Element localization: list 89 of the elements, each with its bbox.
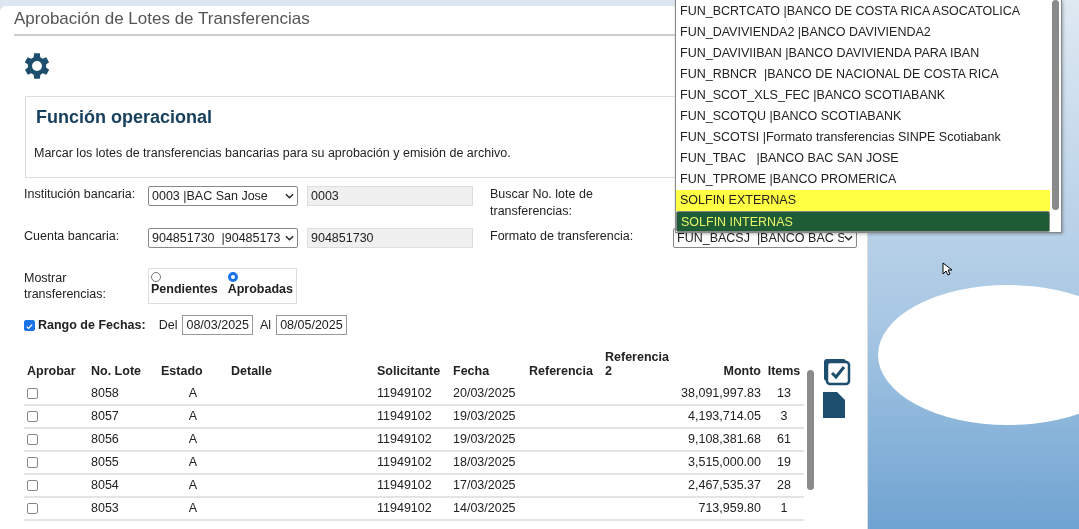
field-label: Mostrar transferencias:	[24, 270, 107, 302]
column-header: Fecha	[452, 363, 491, 380]
column-header: Referencia	[528, 363, 594, 380]
table-cell: A	[158, 405, 228, 428]
field-label: Al	[260, 318, 272, 332]
approve-checkbox[interactable]	[27, 457, 38, 469]
table-cell: 13	[764, 383, 804, 405]
table-cell: 19	[764, 451, 804, 474]
table-cell: 17/03/2025	[450, 474, 526, 497]
field-label: Del	[158, 318, 178, 332]
table-cell: 1	[764, 497, 804, 520]
dropdown-option[interactable]: FUN_DAVIVIIBAN |BANCO DAVIVIENDA PARA IBAN	[676, 43, 1050, 64]
column-header: No. Lote	[90, 363, 142, 380]
dropdown-option[interactable]: SOLFIN INTERNAS	[676, 211, 1050, 232]
dropdown-option[interactable]: FUN_BCRTCATO |BANCO DE COSTA RICA ASOCATOLICA	[676, 1, 1050, 22]
column-header: Aprobar	[26, 363, 77, 380]
column-header: Solicitante	[376, 363, 442, 380]
chevron-down-icon	[285, 193, 294, 199]
table-cell: 11949102	[374, 497, 450, 520]
field-label: Buscar No. lote de transferencias:	[490, 186, 594, 220]
chevron-down-icon	[285, 235, 294, 241]
radio-label: Pendientes	[151, 282, 218, 296]
table-cell: 713,959.80	[678, 497, 764, 520]
table-cell: 8056	[88, 428, 158, 451]
table-cell: A	[158, 383, 228, 405]
institution-select[interactable]: 0003 |BAC San Jose	[148, 186, 298, 206]
date-range-label: Rango de Fechas:	[38, 318, 146, 332]
table-cell: 8055	[88, 451, 158, 474]
table-cell: 3,515,000.00	[678, 451, 764, 474]
dropdown-option[interactable]: SOLFIN EXTERNAS	[676, 190, 1050, 211]
table-cell: 28	[764, 474, 804, 497]
column-header: Items	[766, 363, 802, 380]
radio-button[interactable]	[227, 272, 238, 282]
table-cell: 11949102	[374, 428, 450, 451]
column-header: Monto	[722, 363, 762, 380]
chevron-down-icon	[844, 235, 853, 241]
table-cell: A	[158, 451, 228, 474]
column-header: Estado	[160, 363, 204, 380]
table-cell: 14/03/2025	[450, 497, 526, 520]
table-cell: 8053	[88, 497, 158, 520]
table-cell: 38,091,997.83	[678, 383, 764, 405]
checkbox[interactable]	[24, 319, 35, 331]
section-title: Función operacional	[36, 107, 213, 128]
code-field: 0003	[307, 186, 473, 206]
table-cell: 8054	[88, 474, 158, 497]
account-select[interactable]: 904851730 |90485173	[148, 228, 298, 248]
approve-checkbox[interactable]	[27, 388, 38, 400]
cursor-icon	[942, 262, 952, 276]
table-cell: 11949102	[374, 405, 450, 428]
table-cell: 11949102	[374, 474, 450, 497]
section-description: Marcar los lotes de transferencias bancarias para su aprobación y emisión de archivo.	[34, 146, 511, 160]
table-cell: 11949102	[374, 451, 450, 474]
table-cell: A	[158, 428, 228, 451]
table-cell: 9,108,381.68	[678, 428, 764, 451]
dropdown-option[interactable]: FUN_TBAC |BANCO BAC SAN JOSE	[676, 148, 1050, 169]
table-cell: 11949102	[374, 383, 450, 405]
dropdown-option[interactable]: FUN_TPROME |BANCO PROMERICA	[676, 169, 1050, 190]
table-cell: 4,193,714.05	[678, 405, 764, 428]
table-cell: 19/03/2025	[450, 405, 526, 428]
table-cell: 3	[764, 405, 804, 428]
approve-checkbox[interactable]	[27, 411, 38, 423]
radio-label: Aprobadas	[227, 282, 293, 296]
date-field[interactable]: 08/05/2025	[276, 315, 347, 335]
table-cell: 2,467,535.37	[678, 474, 764, 497]
account-field: 904851730	[307, 228, 473, 248]
field-label: Cuenta bancaria:	[24, 228, 121, 244]
table-cell: A	[158, 497, 228, 520]
approve-checkbox[interactable]	[27, 480, 38, 492]
table-cell: A	[158, 474, 228, 497]
date-field[interactable]: 08/03/2025	[182, 315, 253, 335]
field-label: Institución bancaria:	[24, 186, 137, 202]
dropdown-option[interactable]: FUN_DAVIVIENDA2 |BANCO DAVIVIENDA2	[676, 22, 1050, 43]
dropdown-option[interactable]: FUN_SCOTSI |Formato transferencias SINPE Scotiabank	[676, 127, 1050, 148]
table-cell: 18/03/2025	[450, 451, 526, 474]
table-cell: 61	[764, 428, 804, 451]
column-header: Referencia 2	[604, 350, 670, 380]
field-label: Formato de transferencia:	[490, 228, 635, 245]
document-icon[interactable]	[823, 392, 845, 418]
column-header: Detalle	[230, 363, 273, 380]
table-cell: 8057	[88, 405, 158, 428]
table-cell: 8058	[88, 383, 158, 405]
approve-all-icon[interactable]	[823, 358, 851, 386]
dropdown-option[interactable]: FUN_RBNCR |BANCO DE NACIONAL DE COSTA RICA	[676, 64, 1050, 85]
table-cell: 20/03/2025	[450, 383, 526, 405]
dropdown-option[interactable]: FUN_SCOT_XLS_FEC |BANCO SCOTIABANK	[676, 85, 1050, 106]
dropdown-option[interactable]: FUN_SCOTQU |BANCO SCOTIABANK	[676, 106, 1050, 127]
table-cell: 19/03/2025	[450, 428, 526, 451]
approve-checkbox[interactable]	[27, 503, 38, 515]
approve-checkbox[interactable]	[27, 434, 38, 446]
